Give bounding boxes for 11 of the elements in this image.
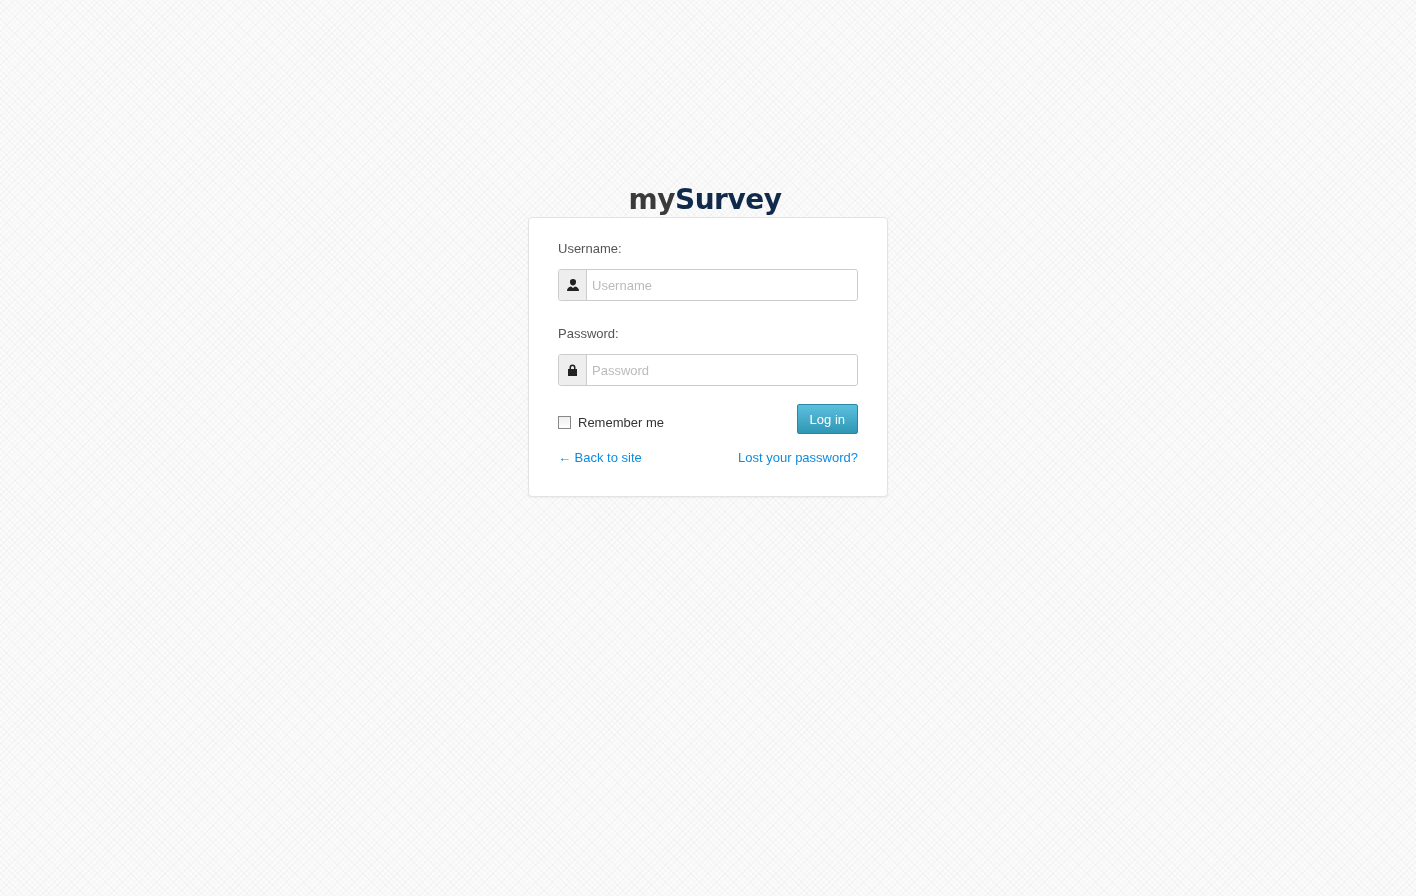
lost-password-link[interactable]: Lost your password? (738, 450, 858, 465)
input-field[interactable]: Username (558, 269, 858, 301)
logo: mySurvey (628, 182, 782, 218)
lock-icon (567, 364, 578, 376)
remember-checkbox[interactable]: Remember me (558, 414, 664, 430)
login-button[interactable]: Log in (796, 404, 858, 434)
field-label: Username: (558, 240, 623, 258)
user-icon (566, 279, 579, 291)
field-label: Password: (558, 325, 620, 343)
input-field[interactable]: Password (558, 354, 858, 386)
back-link[interactable]: ← Back to site (558, 450, 642, 465)
